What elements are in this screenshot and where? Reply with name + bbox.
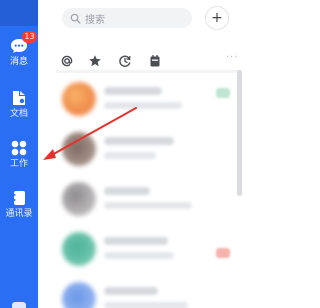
calendar-icon[interactable] xyxy=(148,53,162,67)
search-icon xyxy=(70,9,81,28)
list-item[interactable] xyxy=(56,276,236,308)
sidebar-item-label: 文档 xyxy=(9,109,28,119)
plus-icon: + xyxy=(211,10,223,26)
list-item-preview xyxy=(104,252,174,259)
arrow-head xyxy=(43,149,56,160)
list-item-preview xyxy=(104,302,188,308)
list-item[interactable] xyxy=(56,176,236,222)
avatar xyxy=(62,82,96,116)
list-item-title xyxy=(104,87,162,95)
sidebar-item-contacts[interactable]: 通讯录 xyxy=(0,188,38,220)
sidebar-item-messages[interactable]: 13 消息 xyxy=(0,31,38,68)
avatar xyxy=(62,182,96,216)
avatar xyxy=(62,132,96,166)
docs-icon xyxy=(9,88,29,108)
list-item-preview xyxy=(104,152,156,159)
sidebar-item-label: 消息 xyxy=(9,57,28,67)
chat-bubble-icon: 13 xyxy=(9,31,37,56)
search-input[interactable]: 搜索 xyxy=(62,8,192,28)
workspace-grid-icon xyxy=(9,138,29,158)
list-item-title xyxy=(104,237,168,245)
list-item-preview xyxy=(104,102,182,109)
sidebar: 13 消息 文档 工作 通讯录 xyxy=(0,0,38,308)
sidebar-item-label: 工作 xyxy=(9,159,28,169)
more-dots[interactable]: ··· xyxy=(226,52,239,63)
list-item-title xyxy=(104,287,158,295)
avatar xyxy=(62,282,96,308)
avatar xyxy=(62,232,96,266)
contacts-book-icon xyxy=(9,188,29,208)
history-clock-icon[interactable] xyxy=(118,53,132,67)
at-mention-icon[interactable] xyxy=(60,53,74,67)
add-button[interactable]: + xyxy=(205,6,229,30)
list-item[interactable] xyxy=(56,126,236,172)
sidebar-item-label: 通讯录 xyxy=(5,209,33,219)
sidebar-item-work[interactable]: 工作 xyxy=(0,138,38,170)
sidebar-item-docs[interactable]: 文档 xyxy=(0,88,38,120)
chat-list xyxy=(56,76,236,308)
filter-bar: ··· xyxy=(56,48,246,72)
divider xyxy=(56,70,240,73)
list-item[interactable] xyxy=(56,226,236,272)
search-placeholder: 搜索 xyxy=(85,14,105,26)
list-item[interactable] xyxy=(56,76,236,122)
status-badge xyxy=(216,88,230,98)
list-item-preview xyxy=(104,202,192,209)
star-icon[interactable] xyxy=(88,53,102,67)
scrollbar[interactable] xyxy=(237,70,242,196)
sidebar-bottom-icon[interactable] xyxy=(12,302,26,308)
sidebar-top-band xyxy=(0,0,38,26)
list-item-title xyxy=(104,187,150,195)
unread-badge: 13 xyxy=(22,31,37,43)
status-badge xyxy=(216,248,230,258)
list-item-title xyxy=(104,137,174,145)
